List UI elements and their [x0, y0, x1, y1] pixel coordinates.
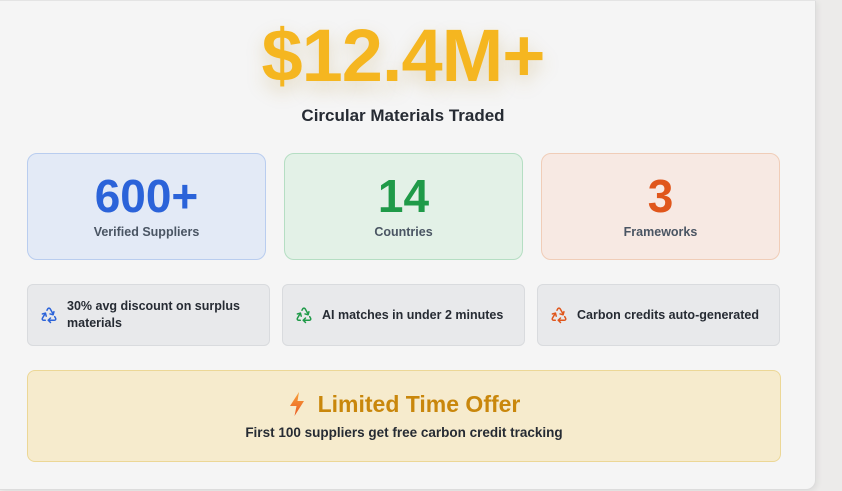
stat-label: Verified Suppliers: [93, 225, 200, 239]
feature-text: AI matches in under 2 minutes: [322, 307, 504, 322]
stat-card-suppliers: 600+ Verified Suppliers: [27, 153, 266, 260]
stats-panel: $12.4M+ Circular Materials Traded 600+ V…: [0, 0, 816, 490]
feature-text: 30% avg discount on surplus materials: [67, 299, 240, 330]
feature-text: Carbon credits auto-generated: [577, 307, 759, 322]
offer-title-row: Limited Time Offer: [28, 390, 780, 418]
limited-offer-banner: Limited Time Offer First 100 suppliers g…: [27, 370, 781, 462]
recycle-icon: [41, 307, 57, 324]
stat-value: 3: [647, 170, 674, 222]
recycle-icon: [551, 307, 567, 324]
recycle-icon: [296, 307, 312, 324]
offer-title: Limited Time Offer: [317, 390, 521, 417]
offer-subtitle: First 100 suppliers get free carbon cred…: [245, 425, 563, 440]
stat-value: 600+: [94, 170, 199, 222]
feature-carbon-credits: Carbon credits auto-generated: [537, 284, 780, 346]
feature-ai-matches: AI matches in under 2 minutes: [282, 284, 525, 346]
divider: [0, 0, 816, 1]
hero-label: Circular Materials Traded: [301, 106, 505, 125]
stat-label: Countries: [374, 225, 433, 239]
lightning-bolt-icon: [289, 392, 304, 416]
stat-label: Frameworks: [623, 225, 698, 239]
feature-discount: 30% avg discount on surplus materials: [27, 284, 270, 346]
stat-card-countries: 14 Countries: [284, 153, 523, 260]
hero-value: $12.4M+: [261, 14, 545, 97]
stat-value: 14: [377, 170, 430, 222]
stat-card-frameworks: 3 Frameworks: [541, 153, 780, 260]
